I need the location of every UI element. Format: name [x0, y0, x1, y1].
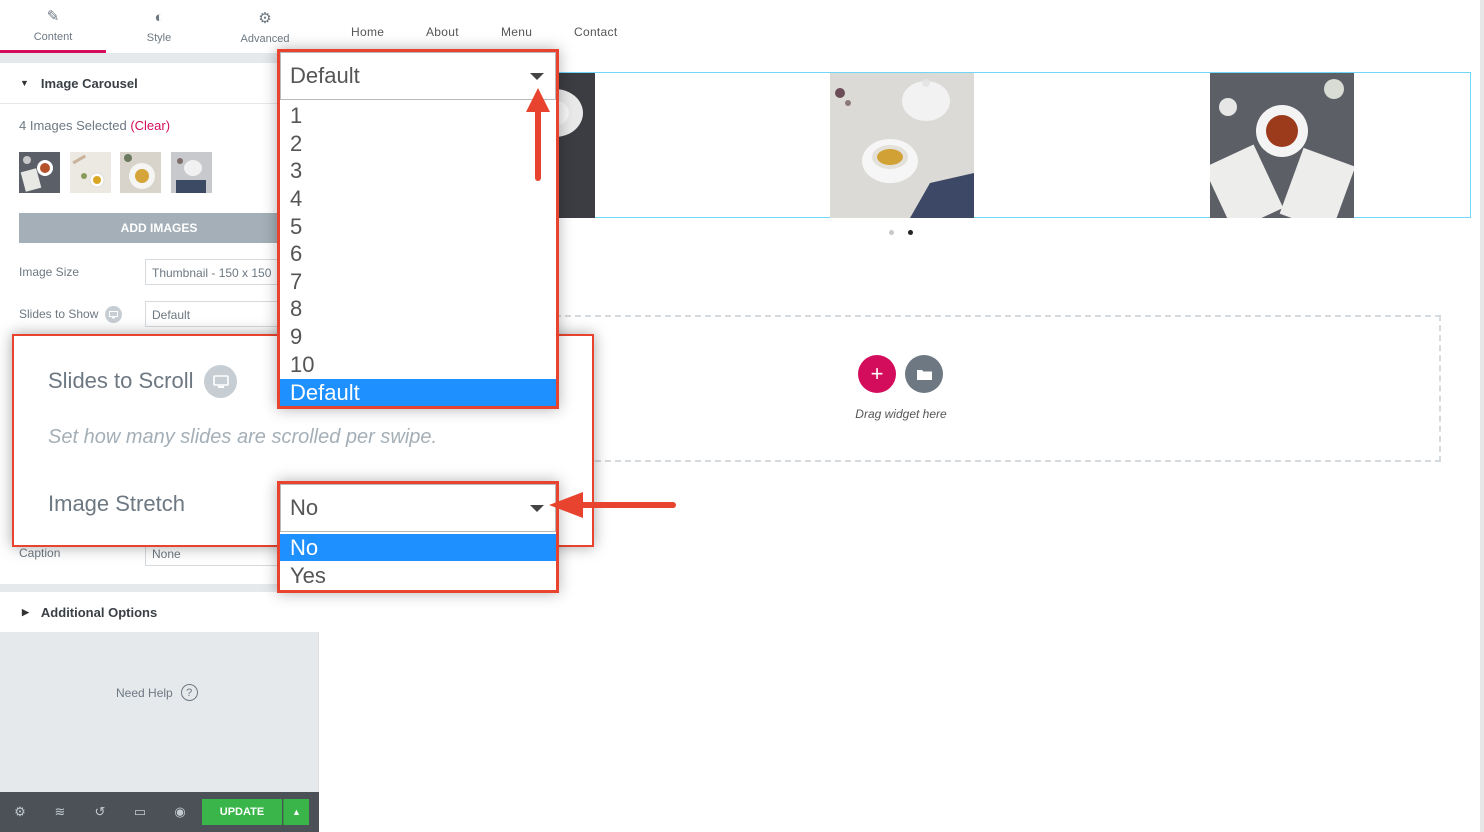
chevron-down-icon: [530, 73, 544, 80]
option-5[interactable]: 5: [280, 213, 556, 240]
option-default[interactable]: Default: [280, 379, 556, 406]
slides-to-scroll-label: Slides to Scroll: [48, 368, 194, 393]
section-image-carousel[interactable]: ▼ Image Carousel: [0, 63, 319, 103]
image-stretch-label: Image Stretch: [48, 491, 185, 516]
preview-eye-icon[interactable]: ◉: [160, 804, 200, 820]
thumbnail-image-4[interactable]: [171, 152, 212, 193]
nav-home[interactable]: Home: [351, 25, 384, 39]
slides-to-scroll-select[interactable]: Default: [280, 52, 556, 100]
gear-icon: ⚙: [258, 9, 272, 27]
nav-menu[interactable]: Menu: [501, 25, 532, 39]
caret-down-icon: ▼: [20, 78, 29, 88]
image-stretch-value: No: [290, 495, 319, 520]
carousel-image-teapot[interactable]: [830, 73, 974, 218]
option-8[interactable]: 8: [280, 295, 556, 322]
carousel-dot-1[interactable]: [889, 230, 894, 235]
help-icon: ?: [180, 684, 198, 701]
thumbnail-image-1[interactable]: [19, 152, 60, 193]
option-no[interactable]: No: [280, 534, 556, 561]
responsive-desktop-icon-large[interactable]: [204, 365, 237, 398]
clear-link[interactable]: (Clear): [130, 118, 170, 133]
slides-to-scroll-description: Set how many slides are scrolled per swi…: [48, 426, 438, 448]
caret-right-icon: ▶: [22, 606, 29, 617]
option-9[interactable]: 9: [280, 323, 556, 350]
plus-icon: +: [870, 361, 884, 386]
section-additional-options[interactable]: ▶ Additional Options: [0, 592, 319, 632]
contrast-icon: ◐: [154, 9, 164, 26]
option-4[interactable]: 4: [280, 185, 556, 212]
add-section-button[interactable]: +: [858, 355, 896, 393]
tab-style-label: Style: [146, 32, 172, 44]
need-help-link[interactable]: Need Help ?: [116, 684, 198, 701]
tab-content[interactable]: ✎ Content: [0, 0, 106, 53]
section-title: Image Carousel: [40, 75, 138, 91]
drag-widget-text: Drag widget here: [855, 407, 947, 421]
chevron-down-icon: [530, 505, 544, 512]
annotation-arrow-up-icon: [526, 88, 550, 181]
update-button[interactable]: UPDATE: [202, 799, 282, 825]
carousel-dot-2[interactable]: [908, 230, 913, 235]
responsive-desktop-icon[interactable]: [105, 306, 122, 323]
drop-zone: [555, 315, 1441, 462]
nav-about[interactable]: About: [426, 25, 459, 39]
option-yes[interactable]: Yes: [280, 562, 556, 589]
images-selected-text: 4 Images Selected (Clear): [19, 118, 171, 133]
option-7[interactable]: 7: [280, 268, 556, 295]
tab-style[interactable]: ◐ Style: [106, 0, 212, 53]
tab-advanced[interactable]: ⚙ Advanced: [212, 0, 318, 53]
option-3[interactable]: 3: [280, 157, 556, 184]
slides-to-show-label: Slides to Show: [19, 307, 99, 321]
add-template-button[interactable]: [905, 355, 943, 393]
image-size-select[interactable]: Thumbnail - 150 x 150: [145, 259, 285, 285]
thumbnail-image-2[interactable]: [70, 152, 111, 193]
thumbnail-image-3[interactable]: [120, 152, 161, 193]
settings-icon[interactable]: ⚙: [0, 804, 40, 820]
layers-icon[interactable]: ≋: [40, 804, 80, 820]
update-options-caret-icon[interactable]: ▲: [283, 799, 309, 825]
nav-contact[interactable]: Contact: [574, 25, 617, 39]
slides-to-scroll-value: Default: [290, 63, 360, 88]
page-scrollbar[interactable]: [1480, 0, 1484, 832]
history-icon[interactable]: ↺: [80, 804, 120, 820]
option-1[interactable]: 1: [280, 102, 556, 129]
responsive-mode-icon[interactable]: ▭: [120, 804, 160, 820]
image-stretch-select[interactable]: No: [280, 484, 556, 532]
panel-tabs: ✎ Content ◐ Style ⚙ Advanced: [0, 0, 319, 53]
slides-to-show-select[interactable]: Default: [145, 301, 285, 327]
add-images-button[interactable]: ADD IMAGES: [19, 213, 299, 243]
caption-label: Caption: [19, 546, 61, 560]
image-size-label: Image Size: [19, 265, 80, 279]
folder-icon: [916, 370, 932, 380]
option-6[interactable]: 6: [280, 240, 556, 267]
additional-options-title: Additional Options: [40, 604, 158, 620]
pencil-icon: ✎: [46, 8, 60, 25]
carousel-image-tea-book[interactable]: [1210, 73, 1354, 218]
option-2[interactable]: 2: [280, 130, 556, 157]
tab-advanced-label: Advanced: [240, 32, 290, 45]
annotation-arrow-left-icon: [549, 492, 676, 518]
tab-content-label: Content: [33, 31, 73, 43]
option-10[interactable]: 10: [280, 351, 556, 378]
